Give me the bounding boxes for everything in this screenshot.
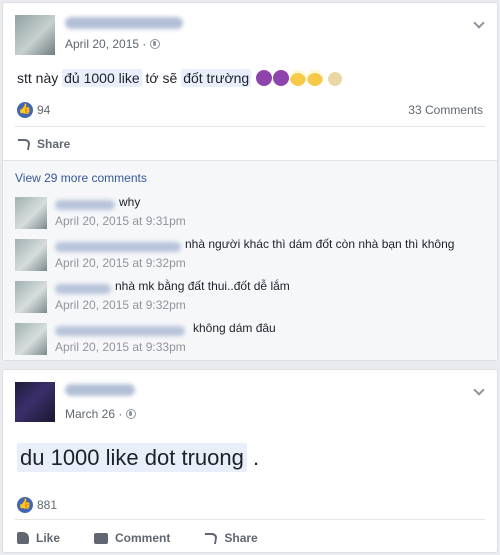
commenter-name-blurred[interactable] — [55, 200, 115, 210]
comment-text: không dám đâu — [193, 321, 276, 335]
post-date[interactable]: March 26 · — [65, 407, 122, 421]
comment-time[interactable]: April 20, 2015 at 9:32pm — [55, 298, 186, 312]
author-name-blurred[interactable] — [65, 17, 183, 29]
post-text: stt này đủ 1000 like tớ sẽ đốt trường — [17, 69, 342, 87]
like-icon — [17, 532, 29, 544]
divider — [15, 126, 485, 127]
post-stats: 👍 94 33 Comments — [17, 102, 483, 118]
commenter-name-blurred[interactable] — [55, 284, 111, 294]
post-text: du 1000 like dot truong . — [17, 443, 260, 472]
like-reaction-icon[interactable]: 👍 — [17, 102, 33, 118]
post-card-1: April 20, 2015 · stt này đủ 1000 like tớ… — [2, 2, 498, 361]
author-name-blurred[interactable] — [65, 384, 135, 396]
globe-icon — [126, 409, 137, 419]
devil-emoji-icon — [273, 70, 290, 86]
post-actions: Like Comment Share — [17, 531, 258, 545]
comment-count[interactable]: 33 Comments — [408, 103, 483, 117]
angel-emoji-icon — [290, 70, 307, 86]
post-stats: 👍 881 — [17, 497, 483, 513]
post-meta: March 26 · — [65, 407, 137, 421]
comment-item: không dám đâu April 20, 2015 at 9:33pm — [15, 321, 485, 361]
globe-icon — [150, 39, 161, 49]
commenter-name-blurred[interactable] — [55, 242, 181, 252]
like-button[interactable]: Like — [17, 531, 60, 545]
post-actions: Share — [16, 137, 71, 151]
like-count[interactable]: 881 — [37, 498, 57, 512]
post-text-part: stt này — [17, 70, 63, 86]
cookie-emoji-icon — [328, 72, 342, 86]
post-date[interactable]: April 20, 2015 · — [65, 37, 146, 51]
hashtag-highlight[interactable]: đốt trường — [181, 69, 252, 87]
post-card-2: March 26 · du 1000 like dot truong . 👍 8… — [2, 369, 498, 553]
divider — [15, 519, 485, 520]
comment-item: why April 20, 2015 at 9:31pm — [15, 195, 485, 235]
devil-emoji-icon — [256, 70, 273, 86]
chevron-down-icon[interactable] — [473, 17, 485, 29]
comment-text: why — [119, 195, 141, 209]
commenter-avatar[interactable] — [15, 239, 47, 271]
commenter-avatar[interactable] — [15, 197, 47, 229]
angel-emoji-icon — [307, 70, 324, 86]
author-avatar[interactable] — [15, 15, 55, 55]
share-icon — [16, 138, 31, 150]
hashtag-highlight[interactable]: du 1000 like dot truong — [17, 443, 247, 472]
comment-button[interactable]: Comment — [94, 531, 170, 545]
view-more-comments-link[interactable]: View 29 more comments — [15, 171, 147, 185]
share-label: Share — [224, 531, 258, 545]
comments-section: View 29 more comments why April 20, 2015… — [3, 160, 497, 360]
comment-time[interactable]: April 20, 2015 at 9:31pm — [55, 214, 186, 228]
comment-text: nhà người khác thì dám đốt còn nhà bạn t… — [185, 237, 455, 251]
post-text-part: tớ sẽ — [141, 70, 182, 86]
share-icon — [203, 532, 219, 544]
author-avatar[interactable] — [15, 382, 55, 422]
chevron-down-icon[interactable] — [473, 384, 485, 396]
comment-time[interactable]: April 20, 2015 at 9:32pm — [55, 256, 186, 270]
post-meta: April 20, 2015 · — [65, 37, 161, 51]
share-label: Share — [37, 137, 71, 151]
like-label: Like — [36, 531, 61, 545]
comment-item: nhà mk bằng đất thui..đốt dễ lắm April 2… — [15, 279, 485, 319]
commenter-avatar[interactable] — [15, 323, 47, 355]
share-button[interactable]: Share — [16, 137, 71, 151]
comment-item: nhà người khác thì dám đốt còn nhà bạn t… — [15, 237, 485, 277]
hashtag-highlight[interactable]: đủ 1000 like — [62, 69, 142, 87]
share-button[interactable]: Share — [203, 531, 258, 545]
comment-text: nhà mk bằng đất thui..đốt dễ lắm — [115, 279, 290, 293]
like-count[interactable]: 94 — [37, 103, 50, 117]
comment-time[interactable]: April 20, 2015 at 9:33pm — [55, 340, 186, 354]
comment-icon — [94, 532, 109, 544]
like-reaction-icon[interactable]: 👍 — [17, 497, 33, 513]
post-text-part: . — [246, 445, 260, 470]
commenter-name-blurred[interactable] — [55, 326, 185, 336]
comment-label: Comment — [115, 531, 171, 545]
commenter-avatar[interactable] — [15, 281, 47, 313]
